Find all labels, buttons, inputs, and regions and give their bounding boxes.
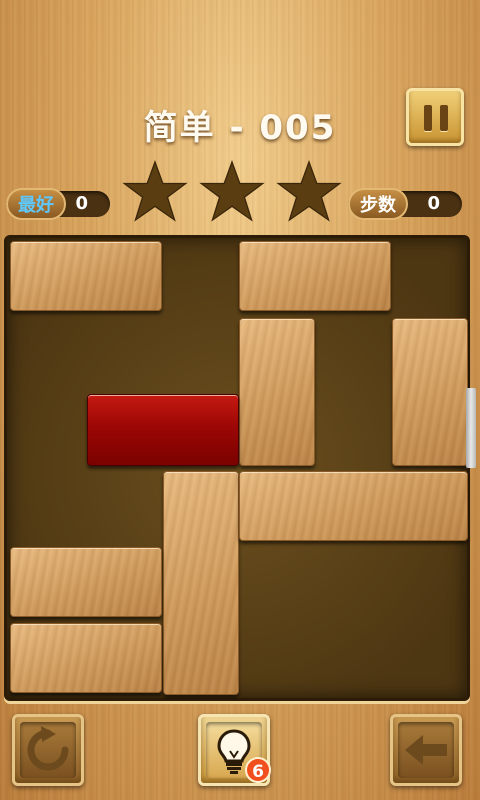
best-score-panel: 最好 0 (6, 188, 110, 220)
back-button[interactable] (390, 714, 462, 786)
steps-value: 0 (427, 193, 440, 214)
target-block[interactable] (87, 394, 239, 466)
pause-button[interactable] (406, 88, 464, 146)
star-icon (276, 160, 342, 222)
arrow-left-icon (405, 735, 447, 765)
star-rating (122, 160, 342, 224)
best-score-label: 最好 (6, 188, 66, 220)
wood-block[interactable] (239, 318, 315, 466)
puzzle-board (4, 235, 470, 701)
pause-icon-bar (440, 105, 448, 131)
star-icon (199, 160, 265, 222)
best-score-value: 0 (75, 193, 88, 214)
restart-button[interactable] (12, 714, 84, 786)
wood-block[interactable] (392, 318, 468, 466)
pause-icon-bar (424, 105, 432, 131)
steps-panel: 步数 0 (348, 188, 462, 220)
wood-block[interactable] (239, 241, 391, 311)
star-icon (122, 160, 188, 222)
hint-button[interactable]: 6 (198, 714, 271, 786)
wood-block[interactable] (10, 547, 162, 617)
restart-icon (27, 726, 69, 771)
wood-block[interactable] (10, 241, 162, 311)
board-exit (466, 388, 476, 468)
wood-block[interactable] (239, 471, 468, 541)
wood-block[interactable] (10, 623, 162, 693)
steps-label: 步数 (348, 188, 408, 220)
hint-count-badge: 6 (245, 757, 271, 783)
wood-block[interactable] (163, 471, 239, 695)
